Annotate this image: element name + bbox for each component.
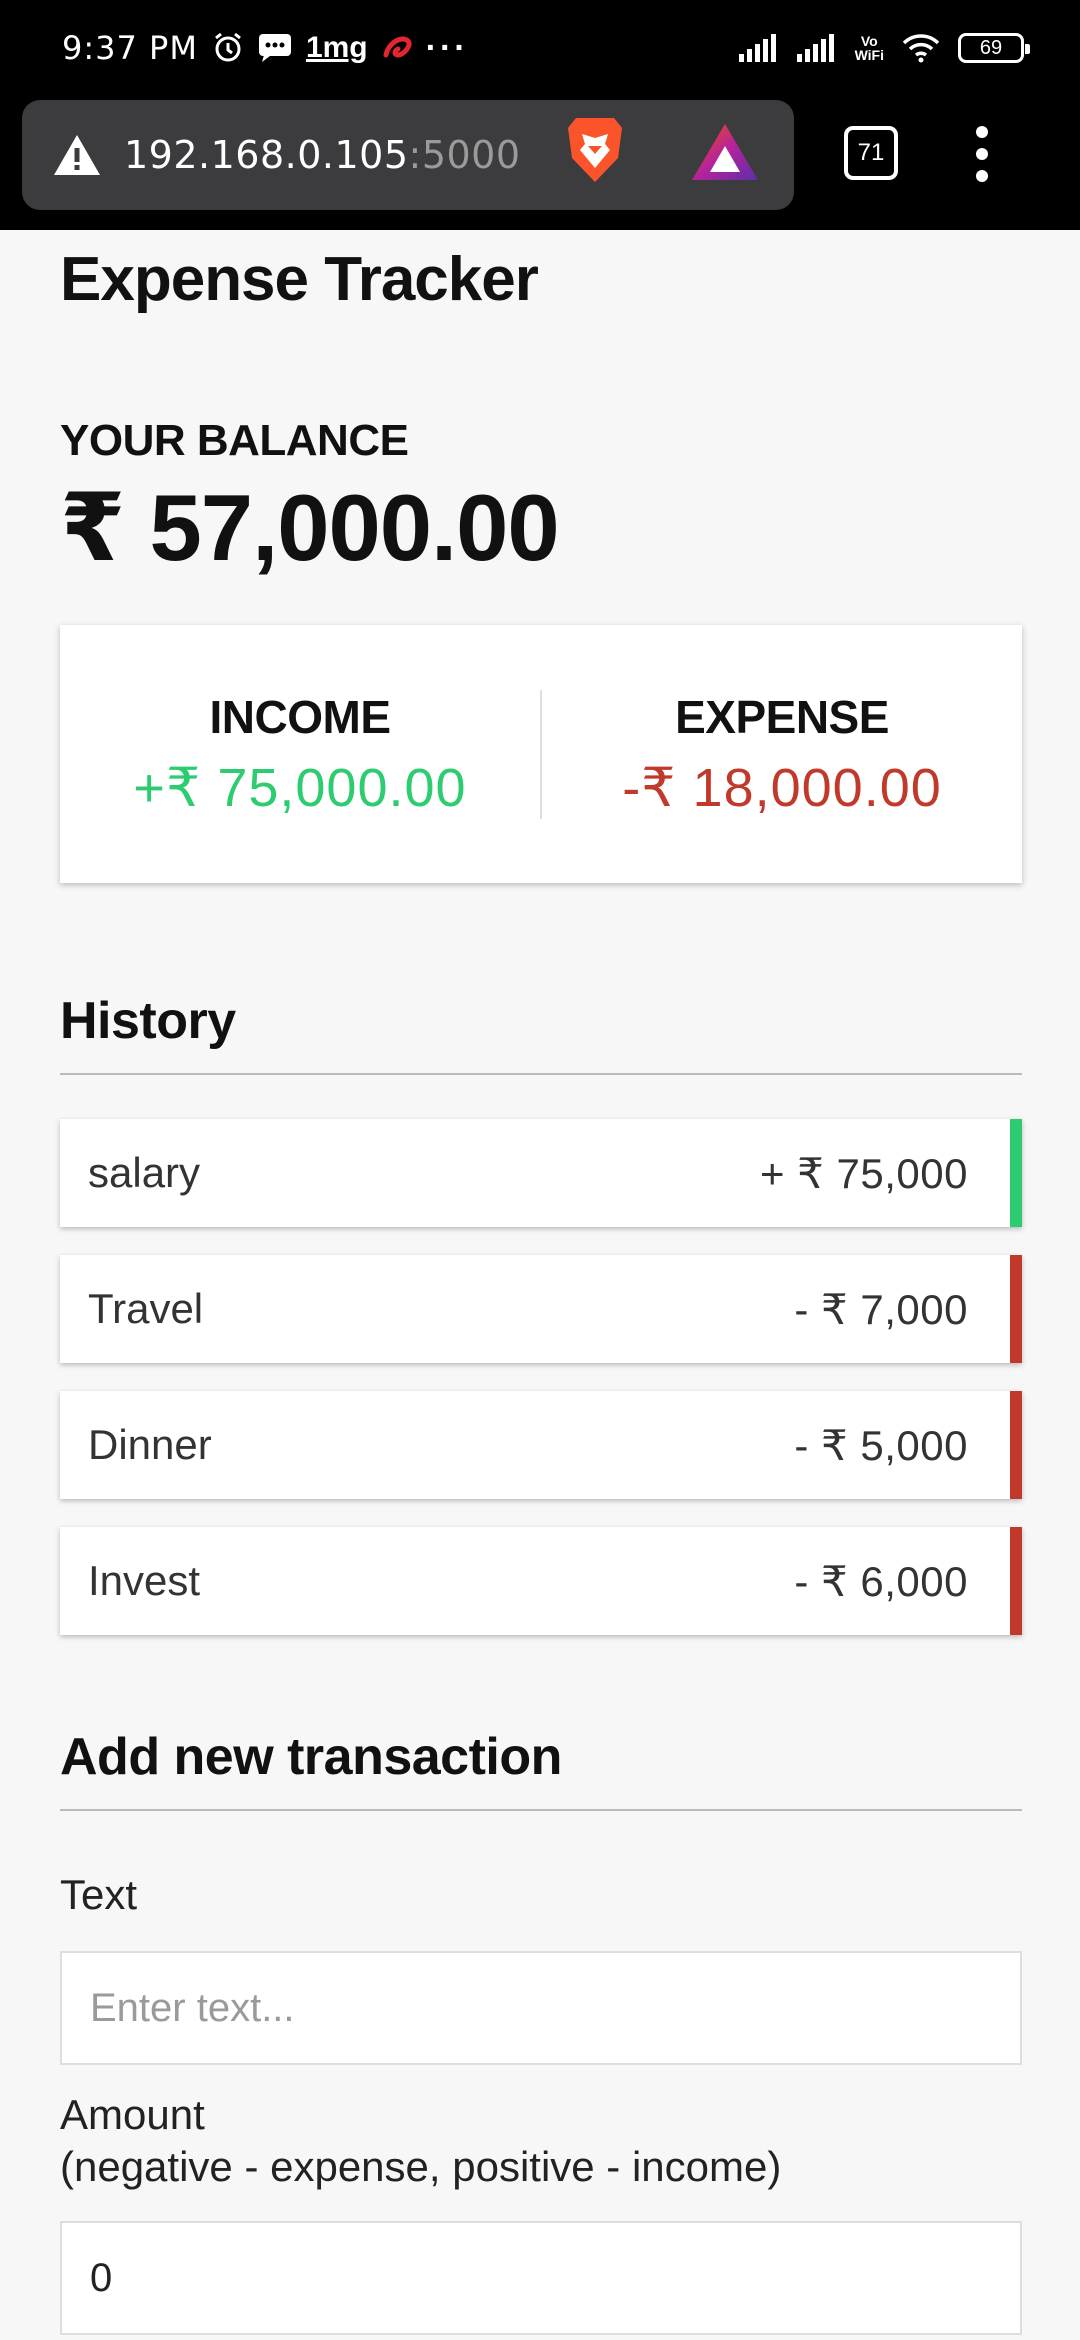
history-item-text: Travel bbox=[88, 1285, 204, 1332]
battery-icon: 69 bbox=[958, 33, 1030, 63]
balance-value: ₹ 57,000.00 bbox=[60, 475, 560, 580]
expense-column: EXPENSE -₹ 18,000.00 bbox=[540, 689, 1022, 819]
more-notifications-icon: ··· bbox=[425, 28, 469, 67]
history-item-amount: - ₹ 6,000 bbox=[794, 1557, 968, 1605]
brave-shields-icon[interactable] bbox=[562, 114, 628, 191]
status-bar-right: Vo WiFi 69 bbox=[738, 33, 1030, 63]
message-icon bbox=[258, 33, 292, 63]
browser-toolbar: 192.168.0.105:5000 71 bbox=[0, 96, 1080, 230]
history-item-travel[interactable]: Travel - ₹ 7,000 bbox=[60, 1255, 1022, 1363]
history-item-salary[interactable]: salary + ₹ 75,000 bbox=[60, 1119, 1022, 1227]
add-transaction-title: Add new transaction bbox=[60, 1727, 1022, 1811]
tab-switcher-button[interactable]: 71 bbox=[844, 126, 898, 180]
history-item-text: Invest bbox=[88, 1557, 201, 1604]
history-title: History bbox=[60, 991, 1022, 1075]
onemg-app-icon: 1mg bbox=[305, 31, 368, 64]
signal-icon bbox=[738, 34, 779, 62]
url-text[interactable]: 192.168.0.105:5000 bbox=[124, 133, 521, 177]
income-value: +₹ 75,000.00 bbox=[133, 757, 467, 818]
history-list: salary + ₹ 75,000 Travel - ₹ 7,000 Dinne… bbox=[60, 1119, 1022, 1635]
status-time: 9:37 PM bbox=[62, 29, 198, 67]
amount-label-line2: (negative - expense, positive - income) bbox=[60, 2143, 782, 2190]
warning-icon[interactable] bbox=[52, 133, 102, 177]
status-bar-left: 9:37 PM 1mg ··· bbox=[62, 29, 469, 68]
vowifi-icon: Vo WiFi bbox=[855, 34, 884, 62]
url-host: 192.168.0.105 bbox=[124, 133, 409, 177]
history-item-dinner[interactable]: Dinner - ₹ 5,000 bbox=[60, 1391, 1022, 1499]
income-column: INCOME +₹ 75,000.00 bbox=[60, 690, 540, 819]
income-label: INCOME bbox=[209, 690, 392, 743]
balance-label: YOUR BALANCE bbox=[60, 416, 409, 465]
history-item-invest[interactable]: Invest - ₹ 6,000 bbox=[60, 1527, 1022, 1635]
browser-menu-icon[interactable] bbox=[970, 126, 994, 182]
wifi-icon bbox=[902, 33, 940, 63]
history-item-text: Dinner bbox=[88, 1421, 212, 1468]
expense-label: EXPENSE bbox=[675, 690, 889, 743]
history-item-amount: - ₹ 5,000 bbox=[794, 1421, 968, 1469]
signal-icon-2 bbox=[796, 34, 837, 62]
status-bar: 9:37 PM 1mg ··· Vo WiFi 69 bbox=[0, 0, 1080, 96]
amount-input[interactable] bbox=[60, 2221, 1022, 2335]
amount-label-line1: Amount bbox=[60, 2091, 205, 2138]
text-input[interactable] bbox=[60, 1951, 1022, 2065]
income-expense-card: INCOME +₹ 75,000.00 EXPENSE -₹ 18,000.00 bbox=[60, 625, 1022, 883]
brave-rewards-icon[interactable] bbox=[690, 122, 760, 187]
tab-count: 71 bbox=[857, 139, 885, 166]
vowifi-bottom: WiFi bbox=[854, 47, 884, 63]
history-item-amount: + ₹ 75,000 bbox=[759, 1149, 968, 1197]
battery-level: 69 bbox=[979, 36, 1003, 59]
page-title: Expense Tracker bbox=[60, 245, 539, 314]
history-item-amount: - ₹ 7,000 bbox=[794, 1285, 968, 1333]
airtel-icon bbox=[382, 33, 412, 63]
amount-field-label: Amount (negative - expense, positive - i… bbox=[60, 2089, 1022, 2193]
history-item-text: salary bbox=[88, 1149, 201, 1196]
app-container: Expense Tracker YOUR BALANCE ₹ 57,000.00… bbox=[60, 230, 1022, 2335]
text-field-label: Text bbox=[60, 1871, 138, 1918]
url-port: :5000 bbox=[408, 133, 521, 177]
alarm-icon bbox=[212, 32, 244, 64]
expense-value: -₹ 18,000.00 bbox=[622, 757, 942, 818]
address-bar[interactable]: 192.168.0.105:5000 bbox=[22, 100, 794, 210]
